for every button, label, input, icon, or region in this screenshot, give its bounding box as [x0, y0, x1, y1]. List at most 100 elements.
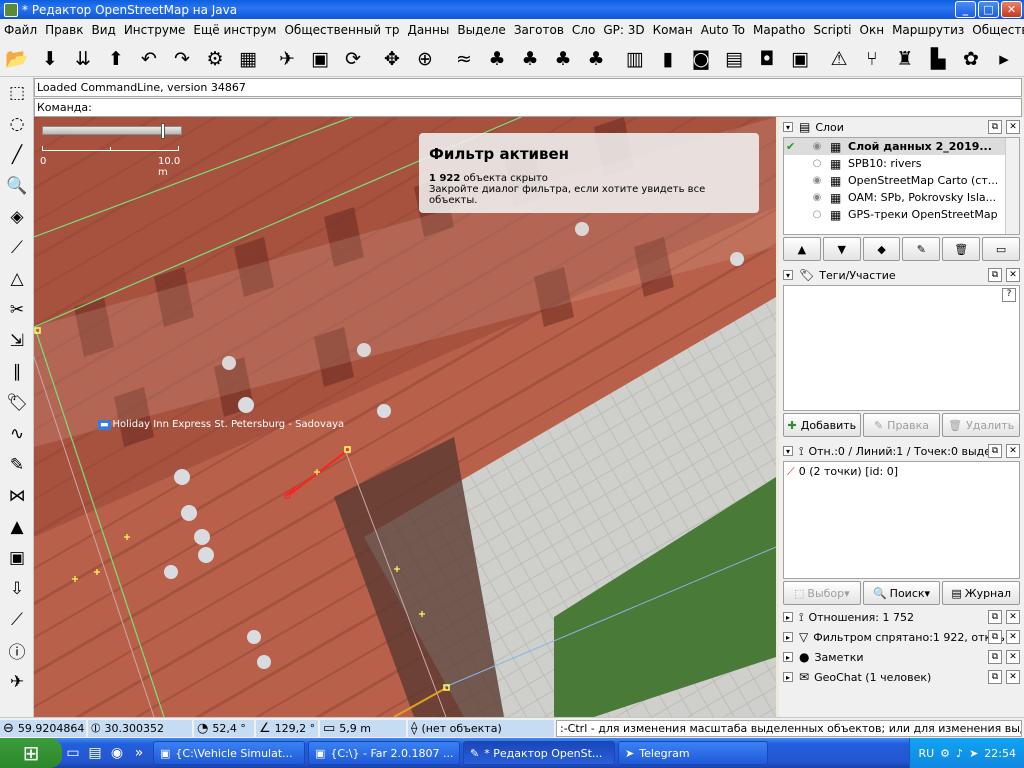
move-up-button[interactable]: ▲	[783, 237, 821, 261]
presets-icon[interactable]: ▦	[233, 44, 263, 74]
detach-icon[interactable]: ⧉	[988, 670, 1002, 684]
chrome-icon[interactable]: ◉	[106, 745, 128, 761]
selection-list[interactable]: ⟋ 0 (2 точки) [id: 0]	[783, 461, 1020, 579]
collapse-icon[interactable]: ▾	[783, 270, 793, 280]
node-merge-icon[interactable]: ⊕	[410, 44, 440, 74]
expand-icon[interactable]: ▸	[783, 632, 793, 642]
collapse-icon[interactable]: ▾	[783, 446, 793, 456]
heat-icon[interactable]: ▲	[2, 511, 32, 542]
selection-item[interactable]: ⟋ 0 (2 точки) [id: 0]	[787, 465, 1016, 479]
gpx-download-icon[interactable]: ⇩	[2, 573, 32, 604]
measure-icon[interactable]: △	[2, 263, 32, 294]
menu-item[interactable]: Коман	[649, 23, 697, 37]
quicklaunch-more-icon[interactable]: »	[128, 745, 150, 761]
tag-help-icon[interactable]: ?	[1002, 288, 1016, 302]
language-indicator[interactable]: RU	[918, 747, 934, 760]
menu-item[interactable]: Ещё инструм	[189, 23, 280, 37]
taskbar-button[interactable]: ➤ Telegram	[618, 741, 768, 765]
show-desktop-icon[interactable]: ▭	[62, 745, 84, 761]
expand-icon[interactable]: ▸	[783, 612, 793, 622]
tree-icon[interactable]: ♣	[548, 44, 578, 74]
close-button[interactable]: ✕	[1001, 1, 1022, 18]
window-titlebar[interactable]: * Редактор OpenStreetMap на Java _ □ ✕	[0, 0, 1024, 19]
gpx-export-icon[interactable]: ⇲	[2, 325, 32, 356]
preferences-icon[interactable]: ⚙	[200, 44, 230, 74]
download-along-icon[interactable]: ⇊	[68, 44, 98, 74]
layers-panel-header[interactable]: ▾ ▤ Слои ⧉ ✕	[779, 117, 1024, 137]
tree-icon[interactable]: ♣	[581, 44, 611, 74]
menu-item[interactable]: Общественный тр	[280, 23, 403, 37]
selection-panel-header[interactable]: ▾ ⟟ Отн.:0 / Линий:1 / Точек:0 выде ⧉ ✕	[779, 441, 1024, 461]
info-icon[interactable]: ⓘ	[2, 635, 32, 666]
add-tag-button[interactable]: ✚ Добавить	[783, 413, 861, 437]
menu-item[interactable]: Вид	[87, 23, 119, 37]
taskbar-button[interactable]: ▣ {C:\} - Far 2.0.1807 ...	[308, 741, 460, 765]
collapsed-panel-header[interactable]: ▸ ⟟ Отношения: 1 752 ⧉ ✕	[779, 607, 1024, 627]
command-input[interactable]: Команда:	[34, 98, 1022, 117]
wave-icon[interactable]: ∿	[2, 418, 32, 449]
edit-tag-button[interactable]: ✎ Правка	[862, 413, 941, 437]
restaurant-icon[interactable]: ⑂	[857, 44, 887, 74]
parallel-icon[interactable]: ∥	[2, 356, 32, 387]
castle-icon[interactable]: ♜	[890, 44, 920, 74]
taskbar-button[interactable]: ▣ {C:\Vehicle Simulat...	[153, 741, 305, 765]
tag-icon[interactable]: 🏷	[2, 387, 32, 418]
tags-table[interactable]: ?	[783, 285, 1020, 411]
lasso-icon[interactable]: ◌	[2, 108, 32, 139]
menu-item[interactable]: Заготов	[510, 23, 568, 37]
delete-tag-button[interactable]: 🗑 Удалить	[942, 413, 1021, 437]
merge-icon[interactable]: ⋈	[2, 480, 32, 511]
visibility-icon[interactable]: ◉	[804, 192, 830, 203]
post-icon[interactable]: ▮	[653, 44, 683, 74]
dialogs-icon[interactable]: ▣	[305, 44, 335, 74]
poi-hotel-marker[interactable]: ▬ Holiday Inn Express St. Petersburg - S…	[98, 419, 344, 430]
collapsed-panel-header[interactable]: ▸ ● Заметки ⧉ ✕	[779, 647, 1024, 667]
layers-scrollbar[interactable]	[1005, 138, 1019, 234]
delete-layer-button[interactable]: 🗑	[942, 237, 981, 261]
close-icon[interactable]: ✕	[1006, 670, 1020, 684]
split-icon[interactable]: ✂	[2, 294, 32, 325]
taskbar-button[interactable]: ✎ * Редактор OpenSt...	[463, 741, 615, 765]
industry-icon[interactable]: ▙	[923, 44, 953, 74]
gpx-icon[interactable]: ✈	[2, 666, 32, 697]
layer-row[interactable]: ○ ▦ SPB10: rivers	[784, 155, 1019, 172]
graph-icon[interactable]: ⟋	[2, 604, 32, 635]
menu-item[interactable]: Mapatho	[749, 23, 809, 37]
merge-layers-button[interactable]: ◆	[862, 237, 901, 261]
bus-icon[interactable]: ▣	[2, 542, 32, 573]
lamp-icon[interactable]: ◙	[686, 44, 716, 74]
volume-icon[interactable]: ♪	[956, 747, 963, 760]
menu-item[interactable]: Выделе	[453, 23, 509, 37]
upload-icon[interactable]: ⬆	[101, 44, 131, 74]
network-icon[interactable]: ⚙	[940, 747, 950, 760]
plugin-icon[interactable]: ✿	[956, 44, 986, 74]
tree-icon[interactable]: ♣	[515, 44, 545, 74]
detach-icon[interactable]: ⧉	[988, 630, 1002, 644]
menu-item[interactable]: Сло	[568, 23, 599, 37]
more-icon[interactable]: ▸	[989, 44, 1019, 74]
zoom-slider-handle[interactable]	[161, 123, 165, 139]
wireframe-icon[interactable]: ✈	[272, 44, 302, 74]
car-icon[interactable]: ◘	[752, 44, 782, 74]
menu-item[interactable]: Общественный тр	[968, 23, 1024, 37]
select-button[interactable]: ⬚ Выбор ▾	[783, 581, 861, 605]
expand-icon[interactable]: ▸	[783, 672, 793, 682]
detach-icon[interactable]: ⧉	[988, 444, 1002, 458]
menu-item[interactable]: Файл	[0, 23, 41, 37]
collapsed-panel-header[interactable]: ▸ ✉ GeoChat (1 человек) ⧉ ✕	[779, 667, 1024, 687]
visibility-icon[interactable]: ○	[804, 158, 830, 169]
menu-item[interactable]: Правк	[41, 23, 87, 37]
wall-icon[interactable]: ▤	[719, 44, 749, 74]
bus-stop-icon[interactable]: ▥	[620, 44, 650, 74]
tree-icon[interactable]: ♣	[482, 44, 512, 74]
close-icon[interactable]: ✕	[1006, 610, 1020, 624]
layer-settings-button[interactable]: ✎	[902, 237, 941, 261]
menu-item[interactable]: Окн	[856, 23, 889, 37]
river-icon[interactable]: ≈	[449, 44, 479, 74]
visibility-icon[interactable]: ◉	[804, 175, 830, 186]
undo-icon[interactable]: ↶	[134, 44, 164, 74]
menu-item[interactable]: Маршрутиз	[888, 23, 968, 37]
layer-row[interactable]: ✔ ◉ ▦ Слой данных 2_2019...	[784, 138, 1019, 155]
close-icon[interactable]: ✕	[1006, 650, 1020, 664]
close-icon[interactable]: ✕	[1006, 120, 1020, 134]
